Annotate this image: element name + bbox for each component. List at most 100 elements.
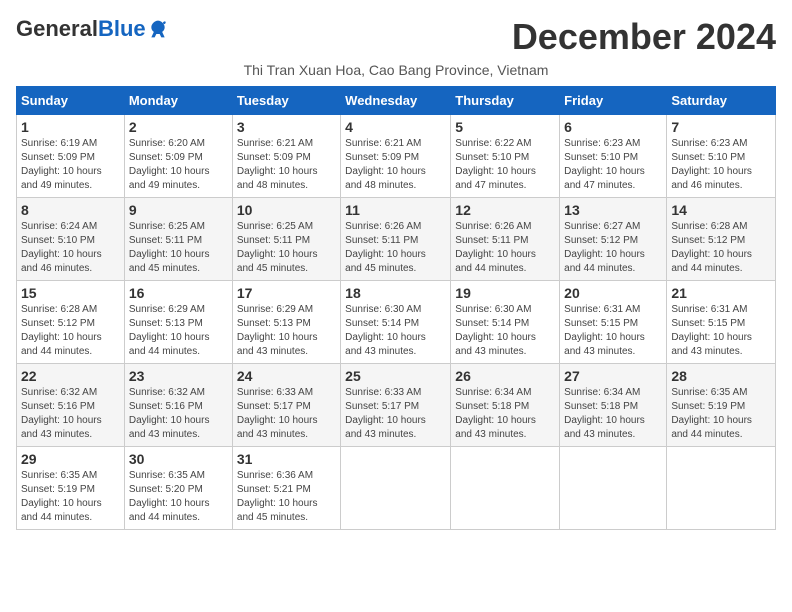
table-row: 9 Sunrise: 6:25 AMSunset: 5:11 PMDaylight… bbox=[124, 198, 232, 281]
day-number: 1 bbox=[21, 119, 120, 135]
day-number: 3 bbox=[237, 119, 336, 135]
day-number: 23 bbox=[129, 368, 228, 384]
table-row: 11 Sunrise: 6:26 AMSunset: 5:11 PMDayligh… bbox=[341, 198, 451, 281]
day-info: Sunrise: 6:30 AMSunset: 5:14 PMDaylight:… bbox=[345, 303, 446, 359]
calendar-table: Sunday Monday Tuesday Wednesday Thursday… bbox=[16, 86, 776, 530]
table-row: 12 Sunrise: 6:26 AMSunset: 5:11 PMDayligh… bbox=[451, 198, 560, 281]
day-info: Sunrise: 6:29 AMSunset: 5:13 PMDaylight:… bbox=[129, 303, 228, 359]
day-info: Sunrise: 6:29 AMSunset: 5:13 PMDaylight:… bbox=[237, 303, 336, 359]
day-number: 4 bbox=[345, 119, 446, 135]
day-number: 27 bbox=[564, 368, 662, 384]
col-wednesday: Wednesday bbox=[341, 87, 451, 115]
day-info: Sunrise: 6:30 AMSunset: 5:14 PMDaylight:… bbox=[455, 303, 555, 359]
day-number: 25 bbox=[345, 368, 446, 384]
day-number: 10 bbox=[237, 202, 336, 218]
day-info: Sunrise: 6:31 AMSunset: 5:15 PMDaylight:… bbox=[564, 303, 662, 359]
table-row: 18 Sunrise: 6:30 AMSunset: 5:14 PMDayligh… bbox=[341, 281, 451, 364]
day-info: Sunrise: 6:36 AMSunset: 5:21 PMDaylight:… bbox=[237, 469, 336, 525]
table-row: 21 Sunrise: 6:31 AMSunset: 5:15 PMDayligh… bbox=[667, 281, 776, 364]
day-number: 26 bbox=[455, 368, 555, 384]
title-block: December 2024 bbox=[512, 16, 776, 58]
table-row: 1 Sunrise: 6:19 AMSunset: 5:09 PMDaylight… bbox=[17, 115, 125, 198]
day-number: 13 bbox=[564, 202, 662, 218]
day-number: 7 bbox=[671, 119, 771, 135]
col-saturday: Saturday bbox=[667, 87, 776, 115]
day-number: 28 bbox=[671, 368, 771, 384]
table-row bbox=[667, 447, 776, 530]
day-info: Sunrise: 6:25 AMSunset: 5:11 PMDaylight:… bbox=[129, 220, 228, 276]
table-row: 8 Sunrise: 6:24 AMSunset: 5:10 PMDaylight… bbox=[17, 198, 125, 281]
day-number: 20 bbox=[564, 285, 662, 301]
day-number: 11 bbox=[345, 202, 446, 218]
month-title: December 2024 bbox=[512, 16, 776, 58]
day-number: 21 bbox=[671, 285, 771, 301]
day-info: Sunrise: 6:24 AMSunset: 5:10 PMDaylight:… bbox=[21, 220, 120, 276]
table-row: 22 Sunrise: 6:32 AMSunset: 5:16 PMDayligh… bbox=[17, 364, 125, 447]
day-info: Sunrise: 6:26 AMSunset: 5:11 PMDaylight:… bbox=[455, 220, 555, 276]
day-info: Sunrise: 6:26 AMSunset: 5:11 PMDaylight:… bbox=[345, 220, 446, 276]
table-row: 6 Sunrise: 6:23 AMSunset: 5:10 PMDaylight… bbox=[560, 115, 667, 198]
day-info: Sunrise: 6:35 AMSunset: 5:19 PMDaylight:… bbox=[671, 386, 771, 442]
day-info: Sunrise: 6:28 AMSunset: 5:12 PMDaylight:… bbox=[21, 303, 120, 359]
table-row: 3 Sunrise: 6:21 AMSunset: 5:09 PMDaylight… bbox=[232, 115, 340, 198]
day-number: 29 bbox=[21, 451, 120, 467]
day-info: Sunrise: 6:20 AMSunset: 5:09 PMDaylight:… bbox=[129, 137, 228, 193]
table-row bbox=[341, 447, 451, 530]
col-sunday: Sunday bbox=[17, 87, 125, 115]
location-subtitle: Thi Tran Xuan Hoa, Cao Bang Province, Vi… bbox=[16, 62, 776, 78]
day-info: Sunrise: 6:27 AMSunset: 5:12 PMDaylight:… bbox=[564, 220, 662, 276]
day-number: 17 bbox=[237, 285, 336, 301]
day-number: 9 bbox=[129, 202, 228, 218]
table-row: 23 Sunrise: 6:32 AMSunset: 5:16 PMDayligh… bbox=[124, 364, 232, 447]
logo-bird-icon bbox=[148, 19, 168, 39]
table-row bbox=[451, 447, 560, 530]
day-info: Sunrise: 6:34 AMSunset: 5:18 PMDaylight:… bbox=[455, 386, 555, 442]
day-number: 22 bbox=[21, 368, 120, 384]
day-info: Sunrise: 6:23 AMSunset: 5:10 PMDaylight:… bbox=[564, 137, 662, 193]
table-row: 14 Sunrise: 6:28 AMSunset: 5:12 PMDayligh… bbox=[667, 198, 776, 281]
table-row: 31Sunrise: 6:36 AMSunset: 5:21 PMDayligh… bbox=[232, 447, 340, 530]
day-info: Sunrise: 6:25 AMSunset: 5:11 PMDaylight:… bbox=[237, 220, 336, 276]
day-info: Sunrise: 6:31 AMSunset: 5:15 PMDaylight:… bbox=[671, 303, 771, 359]
table-row: 29Sunrise: 6:35 AMSunset: 5:19 PMDayligh… bbox=[17, 447, 125, 530]
day-number: 16 bbox=[129, 285, 228, 301]
day-number: 5 bbox=[455, 119, 555, 135]
day-info: Sunrise: 6:32 AMSunset: 5:16 PMDaylight:… bbox=[129, 386, 228, 442]
day-info: Sunrise: 6:33 AMSunset: 5:17 PMDaylight:… bbox=[237, 386, 336, 442]
logo-general-text: General bbox=[16, 16, 98, 42]
table-row: 5Sunrise: 6:22 AMSunset: 5:10 PMDaylight… bbox=[451, 115, 560, 198]
table-row: 10 Sunrise: 6:25 AMSunset: 5:11 PMDayligh… bbox=[232, 198, 340, 281]
table-row: 24Sunrise: 6:33 AMSunset: 5:17 PMDayligh… bbox=[232, 364, 340, 447]
day-info: Sunrise: 6:34 AMSunset: 5:18 PMDaylight:… bbox=[564, 386, 662, 442]
calendar-week-row: 1 Sunrise: 6:19 AMSunset: 5:09 PMDaylight… bbox=[17, 115, 776, 198]
day-info: Sunrise: 6:21 AMSunset: 5:09 PMDaylight:… bbox=[237, 137, 336, 193]
table-row: 27 Sunrise: 6:34 AMSunset: 5:18 PMDayligh… bbox=[560, 364, 667, 447]
day-number: 6 bbox=[564, 119, 662, 135]
logo: GeneralBlue bbox=[16, 16, 168, 42]
day-number: 12 bbox=[455, 202, 555, 218]
table-row: 26 Sunrise: 6:34 AMSunset: 5:18 PMDayligh… bbox=[451, 364, 560, 447]
day-info: Sunrise: 6:21 AMSunset: 5:09 PMDaylight:… bbox=[345, 137, 446, 193]
col-tuesday: Tuesday bbox=[232, 87, 340, 115]
day-number: 8 bbox=[21, 202, 120, 218]
col-thursday: Thursday bbox=[451, 87, 560, 115]
calendar-week-row: 22 Sunrise: 6:32 AMSunset: 5:16 PMDayligh… bbox=[17, 364, 776, 447]
table-row: 13 Sunrise: 6:27 AMSunset: 5:12 PMDayligh… bbox=[560, 198, 667, 281]
day-number: 30 bbox=[129, 451, 228, 467]
table-row: 17 Sunrise: 6:29 AMSunset: 5:13 PMDayligh… bbox=[232, 281, 340, 364]
table-row: 30Sunrise: 6:35 AMSunset: 5:20 PMDayligh… bbox=[124, 447, 232, 530]
table-row: 25 Sunrise: 6:33 AMSunset: 5:17 PMDayligh… bbox=[341, 364, 451, 447]
table-row: 16 Sunrise: 6:29 AMSunset: 5:13 PMDayligh… bbox=[124, 281, 232, 364]
day-number: 18 bbox=[345, 285, 446, 301]
calendar-week-row: 8 Sunrise: 6:24 AMSunset: 5:10 PMDaylight… bbox=[17, 198, 776, 281]
day-number: 2 bbox=[129, 119, 228, 135]
day-info: Sunrise: 6:33 AMSunset: 5:17 PMDaylight:… bbox=[345, 386, 446, 442]
col-monday: Monday bbox=[124, 87, 232, 115]
table-row: 15Sunrise: 6:28 AMSunset: 5:12 PMDayligh… bbox=[17, 281, 125, 364]
day-info: Sunrise: 6:19 AMSunset: 5:09 PMDaylight:… bbox=[21, 137, 120, 193]
calendar-header-row: Sunday Monday Tuesday Wednesday Thursday… bbox=[17, 87, 776, 115]
day-number: 14 bbox=[671, 202, 771, 218]
day-info: Sunrise: 6:32 AMSunset: 5:16 PMDaylight:… bbox=[21, 386, 120, 442]
day-info: Sunrise: 6:28 AMSunset: 5:12 PMDaylight:… bbox=[671, 220, 771, 276]
day-info: Sunrise: 6:23 AMSunset: 5:10 PMDaylight:… bbox=[671, 137, 771, 193]
